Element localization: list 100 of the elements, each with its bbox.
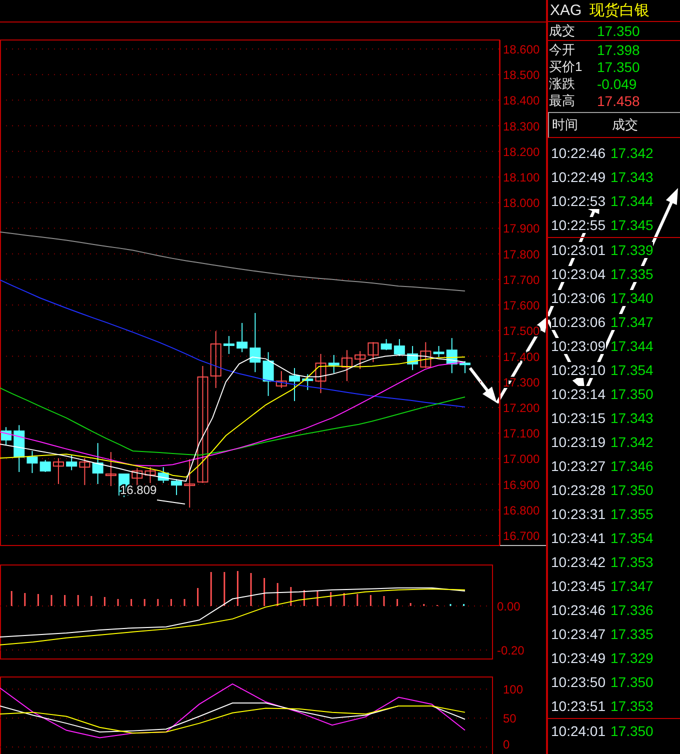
candle (289, 368, 300, 402)
tick-time: 10:23:15 (551, 410, 606, 426)
tick-price: 17.343 (610, 169, 654, 185)
tick-time: 10:23:50 (551, 674, 606, 690)
price-axis-label: 18.400 (503, 94, 540, 108)
candle (236, 322, 248, 353)
candle (223, 336, 234, 354)
tick-time: 10:23:06 (551, 314, 606, 330)
price-axis-label: 17.000 (503, 452, 540, 466)
candle (132, 468, 143, 487)
candle (446, 338, 458, 374)
quote-label: 成交 (548, 22, 576, 40)
macd-axis-label: 0.00 (497, 599, 520, 614)
candle (40, 459, 51, 472)
candle (394, 338, 405, 356)
tick-time: 10:24:01 (551, 723, 606, 739)
candle (210, 330, 222, 388)
tick-price: 17.344 (610, 193, 654, 209)
macd-axis-label: -0.20 (497, 643, 524, 658)
tick-price: 17.329 (610, 650, 654, 666)
tick-price: 17.350 (610, 386, 654, 402)
price-axis-label: 18.600 (503, 42, 540, 56)
price-axis-label: 16.700 (503, 529, 540, 543)
candle (460, 360, 470, 374)
quote-value: -0.049 (597, 76, 637, 92)
tick-price: 17.342 (610, 434, 654, 450)
price-axis-label: 17.900 (503, 222, 540, 236)
candle (433, 346, 444, 358)
tick-price: 17.344 (610, 338, 654, 354)
tick-time: 10:23:47 (551, 626, 606, 642)
price-axis-label: 18.300 (503, 119, 540, 134)
tick-list-header: 时间 成交 (548, 112, 680, 138)
price-axis-label: 18.500 (503, 68, 540, 82)
candle (315, 353, 326, 394)
tick-price: 17.345 (610, 217, 654, 233)
tick-price: 17.350 (610, 674, 654, 690)
candle (407, 346, 418, 371)
candle (105, 452, 116, 487)
tick-price: 17.343 (610, 410, 654, 426)
tick-time: 10:22:55 (551, 217, 606, 233)
quote-value: 17.350 (597, 23, 640, 39)
quote-label: 买价1 (548, 58, 584, 76)
price-axis-label: 17.700 (503, 272, 540, 287)
kdj-axis-label: 0 (503, 738, 510, 752)
candle (276, 370, 287, 388)
tick-time: 10:23:42 (551, 554, 606, 570)
candle (26, 450, 38, 474)
tick-time: 10:22:53 (551, 193, 606, 209)
candle (302, 374, 314, 391)
tick-price: 17.335 (610, 626, 654, 642)
instrument-name: 现货白银 (590, 1, 650, 20)
quote-value: 17.350 (597, 58, 640, 74)
tick-price: 17.340 (610, 290, 654, 306)
tick-time: 10:23:27 (551, 458, 606, 474)
candle (184, 458, 196, 508)
candle (14, 424, 25, 472)
tick-time: 10:23:49 (551, 650, 606, 666)
candle (66, 454, 78, 471)
tick-time: 10:23:06 (551, 290, 606, 306)
candle (0, 426, 12, 446)
tick-price: 17.342 (610, 145, 654, 161)
tick-time: 10:23:28 (551, 482, 606, 498)
tick-price: 17.336 (610, 602, 654, 618)
tick-time: 10:23:46 (551, 602, 606, 618)
tick-time: 10:22:49 (551, 169, 606, 185)
tick-time: 10:23:04 (551, 266, 606, 282)
price-axis-label: 17.800 (503, 247, 540, 262)
price-axis-label: 17.600 (503, 298, 540, 313)
tick-price: 17.355 (610, 506, 654, 522)
price-axis-label: 16.900 (503, 478, 540, 492)
tick-price: 17.347 (610, 314, 654, 330)
candle (79, 458, 90, 486)
tick-time: 10:23:19 (551, 434, 606, 450)
tick-price: 17.350 (610, 723, 654, 739)
price-axis-label: 18.000 (503, 196, 540, 210)
candle (250, 312, 261, 373)
tick-time: 10:23:45 (551, 578, 606, 594)
symbol-code: XAG (550, 2, 582, 19)
candle (144, 466, 156, 484)
candle (368, 342, 379, 363)
candle (354, 350, 366, 370)
tick-time: 10:23:09 (551, 338, 606, 354)
tick-time: 10:22:46 (551, 145, 606, 161)
low-marker-line (156, 500, 186, 504)
tick-price: 17.346 (610, 458, 654, 474)
tick-price: 17.347 (610, 578, 654, 594)
tick-time: 10:23:51 (551, 698, 606, 714)
price-axis-label: 18.100 (503, 170, 540, 184)
quote-label: 今开 (548, 40, 576, 58)
kdj-axis-label: 100 (503, 682, 524, 697)
kdj-axis-label: 50 (503, 712, 516, 726)
tick-price: 17.354 (610, 362, 654, 378)
tick-price: 17.353 (610, 554, 654, 570)
tick-price: 17.354 (610, 530, 654, 546)
tick-time: 10:23:31 (551, 506, 606, 522)
price-axis-label: 17.100 (503, 426, 540, 441)
tick-time: 10:23:14 (551, 386, 606, 402)
candle (170, 478, 182, 496)
tick-time: 10:23:10 (551, 362, 606, 378)
quote-value: 17.398 (597, 42, 640, 58)
